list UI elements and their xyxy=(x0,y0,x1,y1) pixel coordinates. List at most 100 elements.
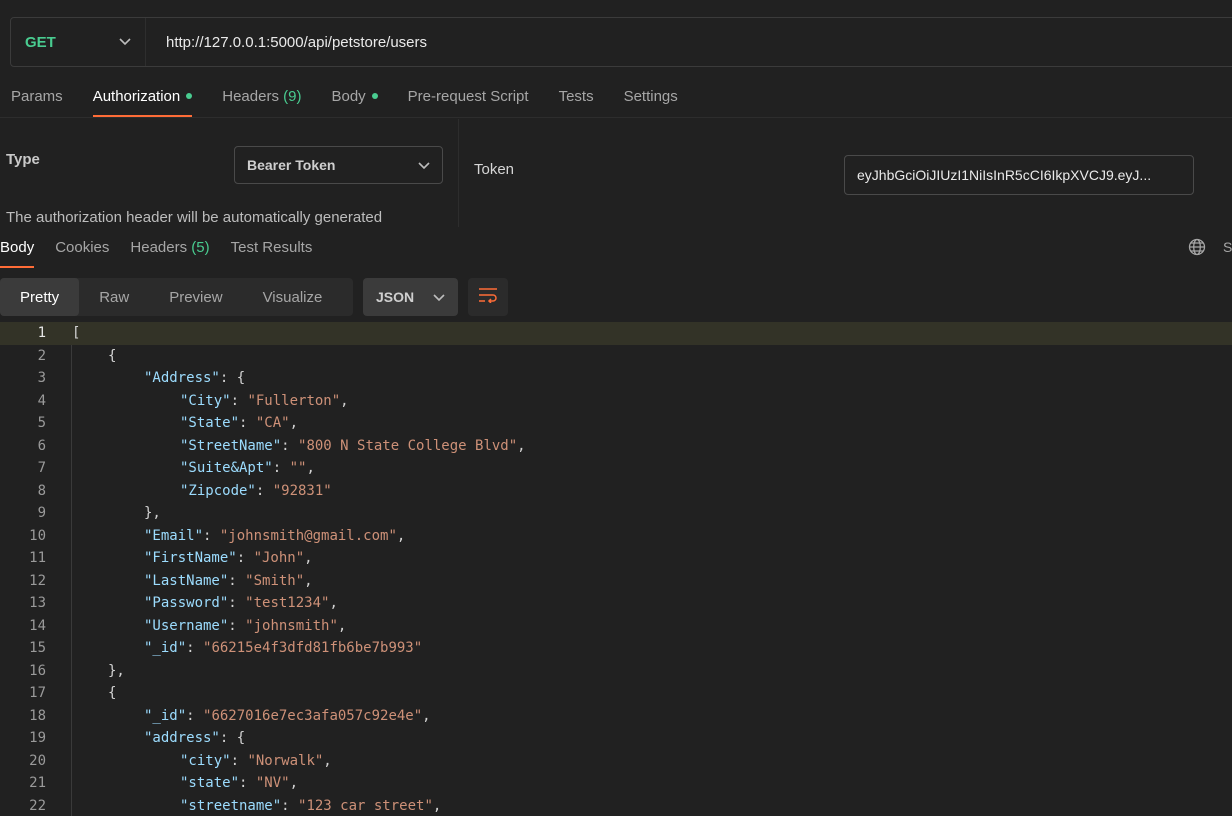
line-number: 5 xyxy=(37,415,46,431)
view-label: Pretty xyxy=(20,288,60,306)
tab-count: (5) xyxy=(191,239,210,256)
auth-type-panel: Type Bearer Token The authorization head… xyxy=(0,119,459,227)
code-text: "address": { xyxy=(144,730,246,746)
format-label: JSON xyxy=(376,289,415,305)
tab-label: Pre-request Script xyxy=(407,88,529,105)
code-line: 16}, xyxy=(0,660,1232,683)
tab-headers[interactable]: Headers (9) xyxy=(222,78,301,117)
tab-label: Params xyxy=(11,88,63,105)
code-line: 14 "Username": "johnsmith", xyxy=(0,615,1232,638)
tab-label: Authorization xyxy=(92,88,181,105)
code-text: "Email": "johnsmith@gmail.com", xyxy=(144,527,406,544)
request-tabs: Params Authorization Headers (9) Body Pr… xyxy=(0,78,1232,118)
code-text: "streetname": "123 car street", xyxy=(180,797,442,814)
tab-label: Body xyxy=(0,239,35,256)
globe-icon[interactable] xyxy=(1188,238,1206,256)
tab-label: Headers xyxy=(222,88,279,105)
view-mode-toggle: Pretty Raw Preview Visualize xyxy=(0,278,353,316)
auth-type-select[interactable]: Bearer Token xyxy=(234,146,443,184)
code-line: 20 "city": "Norwalk", xyxy=(0,750,1232,773)
method-select[interactable]: GET xyxy=(11,18,146,66)
code-text: "_id": "6627016e7ec3afa057c92e4e", xyxy=(144,707,431,724)
line-number: 7 xyxy=(37,460,46,476)
line-number: 12 xyxy=(29,572,46,589)
tab-params[interactable]: Params xyxy=(11,78,63,117)
code-text: "Address": { xyxy=(144,370,246,386)
view-preview[interactable]: Preview xyxy=(149,278,242,316)
auth-type-label: Type xyxy=(6,151,40,168)
code-line: 4 "City": "Fullerton", xyxy=(0,390,1232,413)
chevron-down-icon xyxy=(418,157,430,173)
code-line: 3 "Address": { xyxy=(0,367,1232,390)
line-number: 11 xyxy=(29,550,46,566)
code-line: 8 "Zipcode": "92831" xyxy=(0,480,1232,503)
tab-response-body[interactable]: Body xyxy=(0,227,35,268)
tab-label: Tests xyxy=(558,88,594,105)
line-number: 20 xyxy=(29,752,46,769)
tab-tests[interactable]: Tests xyxy=(559,78,594,117)
code-text: "LastName": "Smith", xyxy=(144,572,313,589)
response-body-editor[interactable]: 1[2{3 "Address": {4 "City": "Fullerton", 5 "… xyxy=(0,322,1232,816)
line-number: 17 xyxy=(29,685,46,701)
code-line: 13 "Password": "test1234", xyxy=(0,592,1232,615)
view-raw[interactable]: Raw xyxy=(79,278,149,316)
code-text: "state": "NV", xyxy=(180,775,299,791)
tab-pre-request-script[interactable]: Pre-request Script xyxy=(408,78,529,117)
tab-cookies[interactable]: Cookies xyxy=(55,227,109,267)
line-number: 8 xyxy=(37,482,46,499)
token-label: Token xyxy=(474,161,515,178)
code-text: "State": "CA", xyxy=(180,415,299,431)
tab-response-headers[interactable]: Headers (5) xyxy=(130,227,209,267)
code-text: "Password": "test1234", xyxy=(144,595,338,611)
code-text: }, xyxy=(108,662,125,679)
code-text: "Suite&Apt": "", xyxy=(180,460,315,476)
line-number: 21 xyxy=(29,775,46,791)
code-text: "Zipcode": "92831" xyxy=(180,482,332,499)
code-line: 19 "address": { xyxy=(0,727,1232,750)
url-input[interactable]: http://127.0.0.1:5000/api/petstore/users xyxy=(146,34,427,51)
line-number: 22 xyxy=(29,797,46,814)
code-line: 12 "LastName": "Smith", xyxy=(0,570,1232,593)
line-number: 16 xyxy=(29,662,46,679)
code-line: 18 "_id": "6627016e7ec3afa057c92e4e", xyxy=(0,705,1232,728)
code-line: 22 "streetname": "123 car street", xyxy=(0,795,1232,816)
line-number: 6 xyxy=(37,437,46,454)
modified-dot-icon xyxy=(186,93,193,100)
code-line: 11 "FirstName": "John", xyxy=(0,547,1232,570)
auth-type-value: Bearer Token xyxy=(247,157,336,173)
line-number: 14 xyxy=(29,617,46,634)
tab-authorization[interactable]: Authorization xyxy=(92,78,193,117)
code-line: 2{ xyxy=(0,345,1232,368)
view-label: Visualize xyxy=(262,288,323,306)
token-input[interactable]: eyJhbGciOiJIUzI1NiIsInR5cCI6IkpXVCJ9.eyJ… xyxy=(844,155,1194,195)
line-number: 18 xyxy=(29,707,46,724)
wrap-lines-icon xyxy=(478,287,498,308)
view-visualize[interactable]: Visualize xyxy=(243,278,343,316)
response-tabs: Body Cookies Headers (5) Test Results xyxy=(0,227,1232,268)
view-label: Preview xyxy=(169,288,223,306)
tab-body[interactable]: Body xyxy=(331,78,378,117)
code-text: }, xyxy=(144,505,161,521)
code-line: 5 "State": "CA", xyxy=(0,412,1232,435)
tab-label: Test Results xyxy=(230,239,313,256)
format-select[interactable]: JSON xyxy=(363,278,458,316)
chevron-down-icon xyxy=(119,35,131,49)
tab-settings[interactable]: Settings xyxy=(624,78,678,117)
tab-test-results[interactable]: Test Results xyxy=(231,227,313,267)
code-line: 10 "Email": "johnsmith@gmail.com", xyxy=(0,525,1232,548)
code-text: "_id": "66215e4f3dfd81fb6be7b993" xyxy=(144,640,423,656)
line-number: 15 xyxy=(29,640,46,656)
line-number: 10 xyxy=(29,527,46,544)
line-number: 9 xyxy=(37,505,46,521)
view-pretty[interactable]: Pretty xyxy=(0,278,80,316)
tab-count: (9) xyxy=(283,88,302,105)
code-line: 17 { xyxy=(0,682,1232,705)
code-text: "city": "Norwalk", xyxy=(180,752,332,769)
code-line: 15 "_id": "66215e4f3dfd81fb6be7b993" xyxy=(0,637,1232,660)
line-number: 2 xyxy=(37,347,46,364)
tab-label: Cookies xyxy=(55,239,110,256)
code-text: "FirstName": "John", xyxy=(144,550,313,566)
wrap-lines-button[interactable] xyxy=(468,278,508,316)
response-status-text: S xyxy=(1223,239,1232,255)
code-text: "City": "Fullerton", xyxy=(180,392,349,409)
